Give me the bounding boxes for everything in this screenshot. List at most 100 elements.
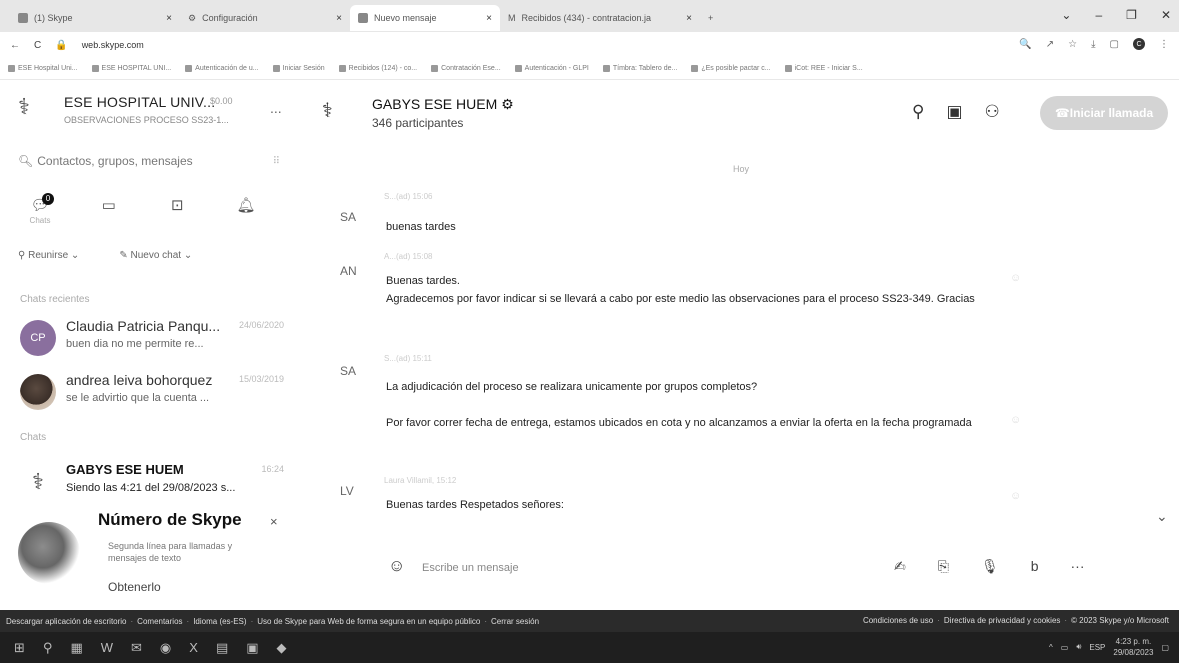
- message-composer: ☺ ✍ ⎘ 🎙︎ b ···: [298, 546, 1179, 590]
- close-icon[interactable]: ×: [270, 514, 278, 529]
- window-controls: ⌄ – ❐ ✕: [1061, 8, 1171, 22]
- chevron-up-icon[interactable]: ^: [1049, 643, 1053, 652]
- chrome-app-icon[interactable]: ◉: [160, 640, 171, 656]
- close-tab-icon[interactable]: ×: [486, 13, 492, 24]
- close-tab-icon[interactable]: ×: [336, 13, 342, 24]
- chat-list-item[interactable]: CP Claudia Patricia Panqu... 24/06/2020 …: [20, 316, 290, 360]
- footer-link[interactable]: Directiva de privacidad y cookies: [944, 616, 1061, 625]
- skype-sidebar: ⚕ ESE HOSPITAL UNIV... $0.00 OBSERVACION…: [0, 80, 298, 610]
- participants-count[interactable]: 346 participantes: [372, 116, 463, 130]
- url-field[interactable]: web.skype.com: [82, 40, 144, 50]
- zoom-icon[interactable]: 🔍: [1019, 39, 1031, 50]
- browser-profile-icon[interactable]: C: [1133, 38, 1145, 50]
- close-tab-icon[interactable]: ×: [166, 13, 172, 24]
- volume-icon[interactable]: 🔊︎: [1076, 642, 1081, 652]
- search-icon[interactable]: ⚲: [43, 640, 53, 656]
- menu-icon[interactable]: ⋮: [1159, 39, 1169, 50]
- get-number-link[interactable]: Obtenerlo: [108, 580, 161, 594]
- profile-header[interactable]: ⚕ ESE HOSPITAL UNIV... $0.00 OBSERVACION…: [18, 90, 288, 134]
- outlook-app-icon[interactable]: ▣: [246, 640, 258, 656]
- close-icon[interactable]: ✕: [1161, 8, 1171, 22]
- reload-icon[interactable]: C: [34, 40, 41, 51]
- clock[interactable]: 4:23 p. m. 29/08/2023: [1113, 636, 1153, 658]
- star-icon[interactable]: ☆: [1068, 39, 1077, 50]
- chevron-down-icon[interactable]: ⌄: [1061, 8, 1071, 22]
- maximize-icon[interactable]: ❐: [1126, 8, 1137, 22]
- reaction-icon[interactable]: ☺: [1010, 272, 1021, 284]
- group-logo-icon: ⚕: [322, 100, 333, 122]
- explorer-app-icon[interactable]: ▤: [216, 640, 228, 656]
- bookmark-item[interactable]: ¿Es posible pactar c...: [691, 65, 771, 72]
- bing-icon[interactable]: b: [1031, 558, 1039, 575]
- bookmark-item[interactable]: Autenticación de u...: [185, 65, 259, 72]
- meet-now-button[interactable]: ⚲ Reunirse ⌄: [18, 250, 79, 261]
- notifications-icon[interactable]: ▢: [1161, 643, 1169, 652]
- reaction-icon[interactable]: ☺: [1010, 414, 1021, 426]
- task-view-icon[interactable]: ▦: [70, 640, 82, 656]
- back-icon[interactable]: ←: [10, 40, 20, 51]
- footer-link[interactable]: Uso de Skype para Web de forma segura en…: [257, 617, 480, 626]
- microphone-icon[interactable]: 🎙︎: [981, 558, 999, 575]
- search-input[interactable]: 🔍︎ Contactos, grupos, mensajes ⠿: [18, 150, 280, 172]
- chat-list-item[interactable]: andrea leiva bohorquez 15/03/2019 se le …: [20, 370, 290, 414]
- skype-footer: Descargar aplicación de escritorio · Come…: [0, 610, 1179, 632]
- browser-tab-bar: (1) Skype × ⚙ Configuración × Nuevo mens…: [0, 0, 1179, 32]
- mail-app-icon[interactable]: ✉: [131, 640, 142, 656]
- chat-list-item[interactable]: ⚕ GABYS ESE HUEM 16:24 Siendo las 4:21 d…: [20, 460, 290, 504]
- bookmark-item[interactable]: Tímbra: Tablero de...: [602, 65, 677, 72]
- nav-notifications[interactable]: 🔔︎: [226, 196, 266, 236]
- bookmark-item[interactable]: Iniciar Sesión: [272, 65, 325, 72]
- bookmark-item[interactable]: ESE HOSPITAL UNI...: [91, 65, 171, 72]
- more-options-button[interactable]: ...: [270, 100, 282, 116]
- dialpad-icon[interactable]: ⠿: [273, 156, 280, 167]
- share-icon[interactable]: ↗: [1046, 39, 1054, 50]
- tab-nuevo-mensaje[interactable]: Nuevo mensaje ×: [350, 5, 500, 31]
- tab-recibidos[interactable]: M Recibidos (434) - contratacion.ja ×: [500, 5, 700, 31]
- new-tab-button[interactable]: +: [700, 5, 721, 31]
- gallery-icon[interactable]: ▣: [946, 102, 962, 122]
- bookmark-item[interactable]: Recibidos (124) - co...: [338, 65, 417, 72]
- pen-icon[interactable]: ✍: [894, 558, 906, 575]
- app-icon[interactable]: ◆: [277, 640, 287, 656]
- excel-app-icon[interactable]: X: [189, 640, 198, 656]
- nav-calls[interactable]: ▭: [89, 196, 129, 236]
- message-input[interactable]: [422, 558, 842, 578]
- lock-icon: 🔒: [55, 39, 68, 51]
- search-icon[interactable]: ⚲: [912, 102, 924, 122]
- attach-file-icon[interactable]: ⎘: [938, 558, 949, 575]
- download-icon[interactable]: ⤓: [1091, 39, 1095, 50]
- word-app-icon[interactable]: W: [101, 640, 113, 656]
- bookmark-icon: [8, 65, 15, 72]
- sidebar-icon[interactable]: ▢: [1110, 39, 1119, 50]
- bookmark-item[interactable]: iCot: REE - Iniciar S...: [784, 65, 863, 72]
- footer-link[interactable]: Cerrar sesión: [491, 617, 539, 626]
- footer-link[interactable]: Condiciones de uso: [863, 616, 933, 625]
- nav-contacts[interactable]: ⊡: [157, 196, 197, 236]
- address-bar: ← C 🔒 web.skype.com 🔍 ↗ ☆ ⤓ ▢ C ⋮: [0, 32, 1179, 58]
- footer-link[interactable]: Idioma (es-ES): [193, 617, 246, 626]
- settings-icon[interactable]: ⚙: [501, 96, 514, 112]
- start-call-button[interactable]: ☎ Iniciar llamada: [1040, 96, 1168, 130]
- close-tab-icon[interactable]: ×: [686, 13, 692, 24]
- bookmark-item[interactable]: ESE Hospital Uni...: [8, 65, 78, 72]
- bookmark-item[interactable]: Contratación Ese...: [431, 65, 501, 72]
- windows-start-icon[interactable]: ⊞: [14, 640, 25, 656]
- scroll-down-icon[interactable]: ⌄: [1156, 508, 1168, 525]
- minimize-icon[interactable]: –: [1095, 8, 1102, 22]
- add-participant-icon[interactable]: ⚇: [985, 102, 1000, 122]
- new-chat-button[interactable]: ✎ Nuevo chat ⌄: [119, 250, 192, 261]
- more-icon[interactable]: ···: [1071, 558, 1085, 575]
- emoji-icon[interactable]: ☺: [388, 556, 405, 576]
- unread-badge: 0: [42, 193, 54, 205]
- tab-configuracion[interactable]: ⚙ Configuración ×: [180, 5, 350, 31]
- footer-link[interactable]: Descargar aplicación de escritorio: [6, 617, 127, 626]
- reaction-icon[interactable]: ☺: [1010, 490, 1021, 502]
- footer-link[interactable]: Comentarios: [137, 617, 182, 626]
- language-indicator[interactable]: ESP: [1089, 643, 1105, 652]
- group-logo-icon: ⚕: [32, 469, 44, 494]
- tab-skype[interactable]: (1) Skype ×: [10, 5, 180, 31]
- bookmark-item[interactable]: Autenticación - GLPI: [514, 65, 589, 72]
- network-icon[interactable]: ▭: [1061, 643, 1069, 652]
- nav-chats[interactable]: 💬︎ 0 Chats: [20, 193, 60, 236]
- conversation-title[interactable]: GABYS ESE HUEM ⚙: [372, 96, 514, 113]
